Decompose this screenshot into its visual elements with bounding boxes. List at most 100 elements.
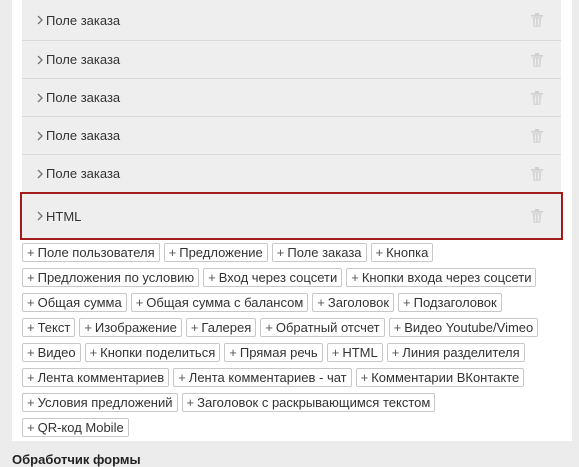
field-row-label: Поле заказа	[46, 128, 121, 143]
plus-icon: +	[375, 245, 384, 260]
plus-icon: +	[360, 370, 369, 385]
add-button-label: Кнопка	[386, 245, 429, 260]
add-button-label: Общая сумма с балансом	[146, 295, 304, 310]
plus-icon: +	[135, 295, 144, 310]
add-image-button[interactable]: + Изображение	[79, 318, 182, 337]
field-row[interactable]: Поле заказа	[22, 41, 561, 79]
add-subheading-button[interactable]: + Подзаголовок	[398, 293, 502, 312]
add-button-label: Поле заказа	[287, 245, 362, 260]
form-builder-panel: Поле заказа Поле заказа Поле заказа Поле…	[12, 0, 572, 441]
field-row-selected[interactable]: HTML	[20, 192, 563, 240]
add-comments-feed-button[interactable]: + Лента комментариев	[22, 368, 170, 387]
chevron-right-icon[interactable]	[35, 93, 45, 103]
add-button-label: Изображение	[94, 320, 177, 335]
add-video-button[interactable]: + Видео	[22, 343, 81, 362]
add-button-label: HTML	[342, 345, 378, 360]
add-button-label: Линия разделителя	[402, 345, 520, 360]
plus-icon: +	[190, 320, 199, 335]
plus-icon: +	[317, 295, 325, 310]
add-conditional-offers-button[interactable]: + Предложения по условию	[22, 268, 200, 287]
add-button-label: Общая сумма	[37, 295, 122, 310]
add-button-label: QR-код Mobile	[37, 420, 124, 435]
add-button-label: Заголовок с раскрывающимся текстом	[197, 395, 431, 410]
add-button-label: Галерея	[201, 320, 252, 335]
add-youtube-vimeo-button[interactable]: + Видео Youtube/Vimeo	[388, 318, 539, 337]
chevron-right-icon[interactable]	[35, 131, 45, 141]
add-button-label: Комментарии ВКонтакте	[371, 370, 520, 385]
plus-icon: +	[27, 245, 35, 260]
plus-icon: +	[84, 320, 92, 335]
add-offer-button[interactable]: + Предложение	[163, 243, 268, 262]
plus-icon: +	[265, 320, 273, 335]
trash-icon[interactable]	[531, 128, 543, 143]
add-button-label: Текст	[37, 320, 71, 335]
add-offer-terms-button[interactable]: + Условия предложений	[22, 393, 178, 412]
chevron-right-icon[interactable]	[35, 15, 45, 25]
trash-icon[interactable]	[531, 90, 543, 105]
trash-icon[interactable]	[531, 209, 543, 223]
field-row[interactable]: Поле заказа	[22, 0, 561, 41]
field-row-label: Поле заказа	[46, 90, 121, 105]
add-button-label: Кнопки входа через соцсети	[361, 270, 532, 285]
add-button-label: Лента комментариев - чат	[188, 370, 347, 385]
add-total-with-balance-button[interactable]: + Общая сумма с балансом	[130, 293, 309, 312]
add-comments-chat-button[interactable]: + Лента комментариев - чат	[173, 368, 352, 387]
add-divider-button[interactable]: + Линия разделителя	[386, 343, 525, 362]
add-button-label: Вход через соцсети	[218, 270, 338, 285]
field-row[interactable]: Поле заказа	[22, 117, 561, 155]
trash-icon[interactable]	[531, 13, 543, 27]
plus-icon: +	[229, 345, 237, 360]
add-field-buttons: + Поле пользователя + Предложение + Поле за…	[22, 243, 542, 437]
plus-icon: +	[27, 270, 35, 285]
chevron-right-icon[interactable]	[35, 169, 45, 179]
field-row[interactable]: Поле заказа	[22, 79, 561, 117]
plus-icon: +	[27, 370, 35, 385]
add-qr-code-button[interactable]: + QR-код Mobile	[22, 418, 129, 437]
add-button-label: Заголовок	[327, 295, 390, 310]
plus-icon: +	[27, 420, 35, 435]
chevron-right-icon[interactable]	[35, 211, 45, 221]
add-countdown-button[interactable]: + Обратный отсчет	[260, 318, 385, 337]
add-button-label: Видео Youtube/Vimeo	[404, 320, 534, 335]
add-heading-button[interactable]: + Заголовок	[312, 293, 395, 312]
add-button-label: Предложения по условию	[37, 270, 195, 285]
plus-icon: +	[208, 270, 216, 285]
form-handler-heading: Обработчик формы	[12, 452, 141, 467]
add-button-label: Прямая речь	[239, 345, 318, 360]
add-expandable-heading-button[interactable]: + Заголовок с раскрывающимся текстом	[181, 393, 436, 412]
add-user-field-button[interactable]: + Поле пользователя	[22, 243, 160, 262]
plus-icon: +	[89, 345, 98, 360]
add-vk-comments-button[interactable]: + Комментарии ВКонтакте	[355, 368, 525, 387]
field-row[interactable]: Поле заказа	[22, 155, 561, 193]
add-text-button[interactable]: + Текст	[22, 318, 76, 337]
add-button-label: Видео	[37, 345, 76, 360]
add-button-label: Обратный отсчет	[275, 320, 380, 335]
plus-icon: +	[331, 345, 340, 360]
add-html-button[interactable]: + HTML	[326, 343, 383, 362]
plus-icon: +	[178, 370, 186, 385]
add-social-login-button[interactable]: + Вход через соцсети	[203, 268, 343, 287]
trash-icon[interactable]	[531, 166, 543, 181]
add-button-button[interactable]: + Кнопка	[370, 243, 434, 262]
add-quote-button[interactable]: + Прямая речь	[224, 343, 323, 362]
add-gallery-button[interactable]: + Галерея	[185, 318, 257, 337]
plus-icon: +	[393, 320, 402, 335]
plus-icon: +	[27, 395, 35, 410]
add-social-login-buttons-button[interactable]: + Кнопки входа через соцсети	[346, 268, 537, 287]
field-row-label: Поле заказа	[46, 12, 121, 28]
add-order-field-button[interactable]: + Поле заказа	[271, 243, 367, 262]
chevron-right-icon[interactable]	[35, 55, 45, 65]
add-button-label: Поле пользователя	[37, 245, 155, 260]
plus-icon: +	[27, 345, 35, 360]
plus-icon: +	[276, 245, 285, 260]
field-list: Поле заказа Поле заказа Поле заказа Поле…	[20, 0, 563, 240]
add-total-sum-button[interactable]: + Общая сумма	[22, 293, 127, 312]
add-button-label: Кнопки поделиться	[100, 345, 216, 360]
plus-icon: +	[403, 295, 411, 310]
plus-icon: +	[391, 345, 400, 360]
trash-icon[interactable]	[531, 52, 543, 67]
add-button-label: Лента комментариев	[37, 370, 165, 385]
plus-icon: +	[186, 395, 195, 410]
add-share-buttons-button[interactable]: + Кнопки поделиться	[84, 343, 221, 362]
add-button-label: Предложение	[179, 245, 263, 260]
